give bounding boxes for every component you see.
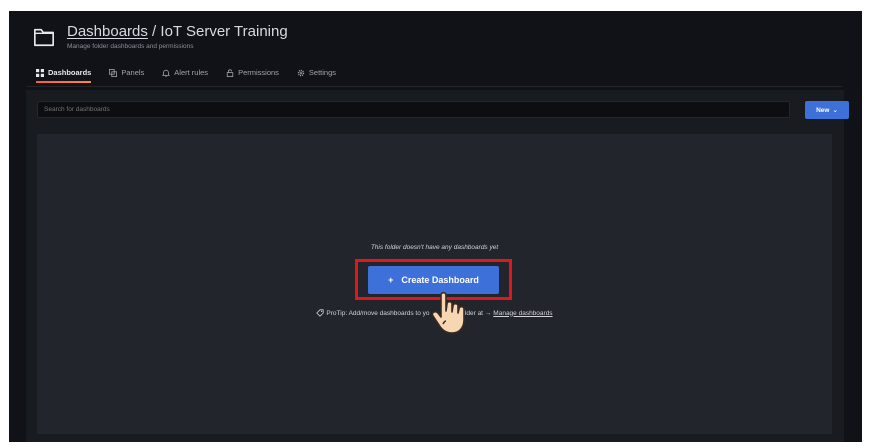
search-input[interactable] <box>37 101 790 118</box>
breadcrumb-separator: / <box>147 23 161 40</box>
empty-state-panel: This folder doesn't have any dashboards … <box>37 134 832 434</box>
lock-icon <box>226 68 234 77</box>
tab-panels[interactable]: Panels <box>109 68 144 83</box>
empty-state-message: This folder doesn't have any dashboards … <box>370 244 499 251</box>
apps-icon <box>36 68 44 77</box>
tab-label: Permissions <box>238 68 279 77</box>
tab-permissions[interactable]: Permissions <box>226 68 279 83</box>
tab-label: Settings <box>308 68 337 77</box>
create-dashboard-label: Create Dashboard <box>401 275 479 285</box>
cog-icon <box>297 69 305 76</box>
main-content: New ⌄ This folder doesn't have any dashb… <box>26 90 849 442</box>
page-header: Dashboards / IoT Server Training Manage … <box>33 23 288 59</box>
page-subtitle: Manage folder dashboards and permissions <box>67 43 194 50</box>
tab-divider <box>27 86 842 87</box>
folder-icon <box>34 28 54 47</box>
tab-bar: Dashboards Panels Alert rules Permission… <box>36 68 336 83</box>
protip-text: ProTip: Add/move dashboards to yo <box>326 309 430 317</box>
new-button[interactable]: New ⌄ <box>805 101 849 119</box>
manage-dashboards-link[interactable]: Manage dashboards <box>493 310 552 317</box>
tab-dashboards[interactable]: Dashboards <box>36 68 92 83</box>
tab-settings[interactable]: Settings <box>297 68 336 83</box>
tab-label: Dashboards <box>48 68 92 77</box>
library-panels-icon <box>109 68 118 77</box>
app-frame: Dashboards / IoT Server Training Manage … <box>9 11 862 442</box>
page-title: Dashboards / IoT Server Training <box>67 23 288 41</box>
plus-icon: + <box>388 275 394 285</box>
pointing-hand-icon <box>431 291 465 334</box>
tab-label: Panels <box>121 68 145 77</box>
new-button-label: New <box>816 106 830 114</box>
breadcrumb-dashboards[interactable]: Dashboards <box>67 23 148 40</box>
tab-alert-rules[interactable]: Alert rules <box>162 68 208 83</box>
tab-label: Alert rules <box>174 68 209 77</box>
chevron-down-icon: ⌄ <box>832 107 838 114</box>
folder-name: IoT Server Training <box>160 23 288 40</box>
tag-icon <box>316 309 325 317</box>
bell-icon <box>162 69 171 77</box>
